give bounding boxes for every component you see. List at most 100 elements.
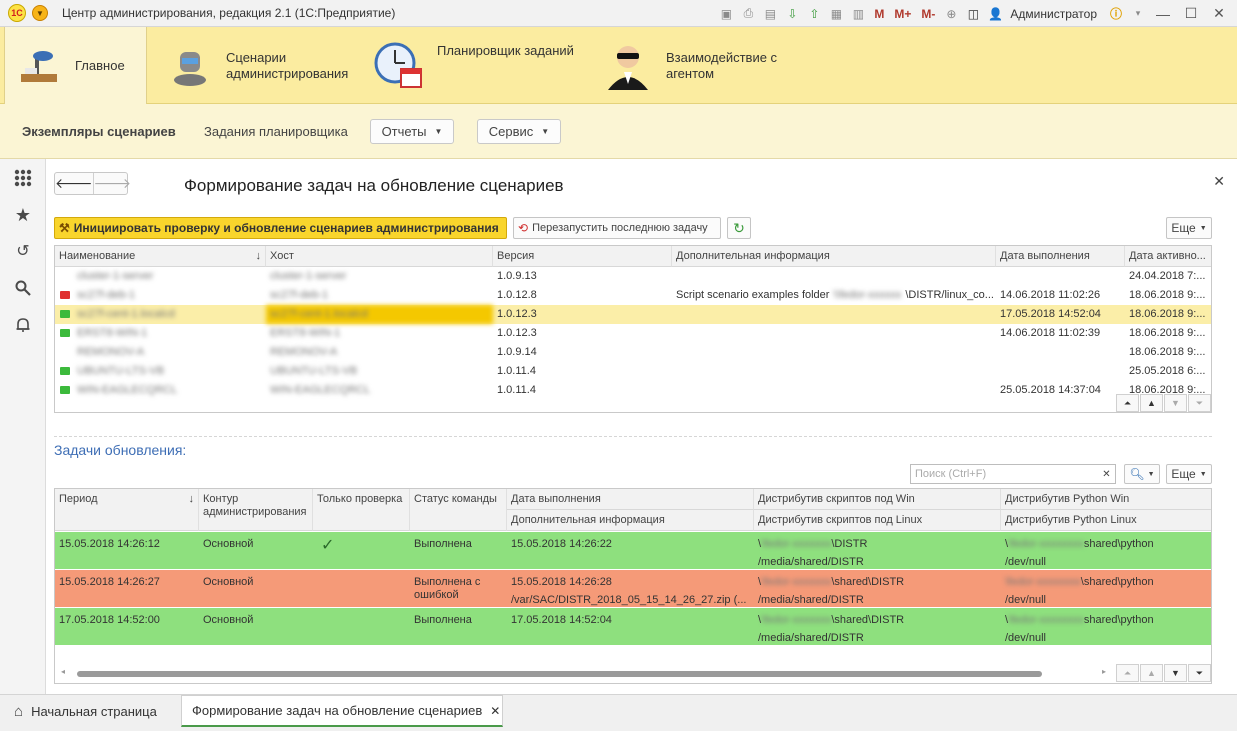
table-row[interactable]: cluster-1-server cluster-1-server 1.0.9.13… (55, 267, 1211, 286)
user-name[interactable]: Администратор (1010, 7, 1097, 21)
reports-label: Отчеты (381, 124, 427, 139)
scrollbar-thumb[interactable] (77, 671, 1042, 677)
section-admin-scenarios[interactable]: Сценарии администрирования (168, 27, 358, 104)
search-input[interactable]: Поиск (Ctrl+F) (910, 464, 1116, 484)
sort-down-arrow-icon: ↓ (255, 250, 262, 262)
minimize-button[interactable]: — (1151, 4, 1175, 24)
col-header-check-only[interactable]: Только проверка (313, 489, 410, 531)
nav-scenario-instances[interactable]: Экземпляры сценариев (22, 124, 176, 139)
download-icon[interactable]: ⇩ (783, 5, 801, 23)
all-functions-icon[interactable] (12, 167, 34, 189)
history-icon[interactable]: ↺ (12, 240, 34, 262)
save-icon[interactable]: ▣ (717, 5, 735, 23)
init-check-update-button[interactable]: ⚒ Инициировать проверку и обновление сце… (54, 217, 507, 239)
table-row[interactable]: 15.05.2018 14:26:27 Основной Выполнена с о… (55, 570, 1211, 608)
col-header-dist-linux[interactable]: Дистрибутив скриптов под Linux (754, 510, 1001, 531)
clear-search-icon[interactable]: ✕ (1097, 466, 1116, 482)
panels-icon[interactable]: ◫ (964, 5, 982, 23)
cell-info: Script scenario examples folder \\fedor-x… (672, 286, 996, 305)
col-header-py-linux[interactable]: Дистрибутив Python Linux (1001, 510, 1211, 531)
last-page-icon[interactable]: ⏷ (1188, 394, 1211, 412)
scroll-left-icon[interactable]: ◂ (61, 667, 65, 676)
table-row[interactable]: 15.05.2018 14:26:12 Основной ✓ Выполнена 15.… (55, 532, 1211, 570)
close-form-icon[interactable]: ✕ (1213, 173, 1225, 190)
restart-last-task-button[interactable]: ⟲ Перезапустить последнюю задачу (513, 217, 721, 239)
close-tab-icon[interactable]: ✕ (490, 704, 500, 718)
horizontal-scrollbar[interactable]: ◂ ▸ (61, 667, 1106, 680)
refresh-icon[interactable]: ↻ (727, 217, 751, 239)
search-icon[interactable] (12, 277, 34, 299)
col-header-info[interactable]: Дополнительная информация (672, 246, 996, 267)
favorites-star-icon[interactable]: ★ (12, 204, 34, 226)
table-row[interactable]: sc27f-deb-1 sc27f-deb-1 1.0.12.8 Script sce… (55, 286, 1211, 305)
preview-icon[interactable]: ▤ (761, 5, 779, 23)
chevron-down-icon[interactable]: ▾ (1129, 5, 1147, 23)
table-row[interactable]: 17.05.2018 14:52:00 Основной Выполнена 17.0… (55, 608, 1211, 646)
first-page-icon[interactable]: ⏶ (1116, 664, 1139, 682)
col-header-add-info[interactable]: Дополнительная информация (507, 510, 754, 531)
col-header-period[interactable]: Период ↓ (55, 489, 199, 531)
first-page-icon[interactable]: ⏶ (1116, 394, 1139, 412)
close-window-button[interactable]: ✕ (1207, 4, 1231, 24)
section-task-scheduler[interactable]: Планировщик заданий (373, 27, 593, 104)
col-header-name[interactable]: Наименование ↓ (55, 246, 266, 267)
calculator-icon[interactable]: ▦ (827, 5, 845, 23)
tab-current-form[interactable]: Формирование задач на обновление сценари… (181, 695, 503, 727)
section-main[interactable]: Главное (4, 27, 147, 104)
more-button-bottom[interactable]: Еще ▼ (1166, 464, 1212, 484)
col-header-exec-date[interactable]: Дата выполнения (507, 489, 754, 510)
section-agent-interaction[interactable]: Взаимодействие с агентом (604, 27, 804, 104)
next-page-icon[interactable]: ▼ (1164, 394, 1187, 412)
desk-lamp-icon (17, 44, 61, 88)
table-row[interactable]: ERST8-WIN-1 ERST8-WIN-1 1.0.12.3 14.06.2018… (55, 324, 1211, 343)
prev-page-icon[interactable]: ▲ (1140, 664, 1163, 682)
notifications-bell-icon[interactable] (12, 314, 34, 336)
memory-button[interactable]: M (871, 7, 887, 21)
col-header-contour[interactable]: Контур администрирования (199, 489, 313, 531)
prev-page-icon[interactable]: ▲ (1140, 394, 1163, 412)
more-button-top[interactable]: Еще ▼ (1166, 217, 1212, 239)
print-icon[interactable]: ⎙ (739, 5, 757, 23)
cell-host: sc27f-deb-1 (270, 289, 329, 301)
cell-name: REMONOV-A (77, 346, 145, 358)
nav-scheduler-jobs[interactable]: Задания планировщика (204, 124, 348, 139)
service-dropdown[interactable]: Сервис ▼ (477, 119, 561, 144)
table-row[interactable]: WIN-EAGLECQRCL WIN-EAGLECQRCL 1.0.11.4 25.0… (55, 381, 1211, 400)
maximize-button[interactable]: ☐ (1179, 4, 1203, 24)
scroll-right-icon[interactable]: ▸ (1102, 667, 1106, 676)
info-icon[interactable]: ⓘ (1107, 5, 1125, 23)
col-header-exec-date[interactable]: Дата выполнения (996, 246, 1125, 267)
forward-arrow-icon[interactable]: 🡒 (94, 173, 132, 194)
1c-logo-icon[interactable]: 1С (8, 4, 26, 22)
col-header-dist-win[interactable]: Дистрибутив скриптов под Win (754, 489, 1001, 510)
cell-info (672, 381, 996, 400)
main-menu-icon[interactable]: ▼ (32, 5, 48, 21)
info-text: Script scenario examples folder (676, 289, 830, 301)
section-label: Планировщик заданий (437, 42, 574, 58)
cell-version: 1.0.11.4 (497, 365, 536, 377)
zoom-icon[interactable]: ⊕ (942, 5, 960, 23)
tab-home[interactable]: ⌂ Начальная страница (14, 703, 157, 720)
check-icon (313, 570, 410, 589)
update-tasks-table[interactable]: Период ↓ Контур администрирования Только … (54, 488, 1212, 684)
col-header-status[interactable]: Статус команды (410, 489, 507, 531)
section-label: Сценарии администрирования (226, 49, 349, 81)
col-header-version[interactable]: Версия (493, 246, 672, 267)
table-row[interactable]: UBUNTU-LTS-VB UBUNTU-LTS-VB 1.0.11.4 25.05.… (55, 362, 1211, 381)
col-header-host[interactable]: Хост (266, 246, 493, 267)
last-page-icon[interactable]: ⏷ (1188, 664, 1211, 682)
col-header-py-win[interactable]: Дистрибутив Python Win (1001, 489, 1211, 510)
reports-dropdown[interactable]: Отчеты ▼ (370, 119, 454, 144)
memory-plus-button[interactable]: M+ (891, 7, 914, 21)
instances-table[interactable]: Наименование ↓ Хост Версия Дополнительная… (54, 245, 1212, 413)
next-page-icon[interactable]: ▼ (1164, 664, 1187, 682)
calendar-icon[interactable]: ▥ (849, 5, 867, 23)
memory-minus-button[interactable]: M- (918, 7, 938, 21)
table-row[interactable]: REMONOV-A REMONOV-A 1.0.9.14 18.06.2018 9:.… (55, 343, 1211, 362)
search-button[interactable]: 🔍︎ ▼ (1124, 464, 1160, 484)
col-header-active-date[interactable]: Дата активно... (1125, 246, 1211, 267)
upload-icon[interactable]: ⇧ (805, 5, 823, 23)
table-row[interactable]: sc27f-cent-1.localcd sc27f-cent-1.localcd… (55, 305, 1211, 324)
cell-host: REMONOV-A (270, 346, 338, 358)
back-arrow-icon[interactable]: 🡐 (55, 173, 94, 194)
